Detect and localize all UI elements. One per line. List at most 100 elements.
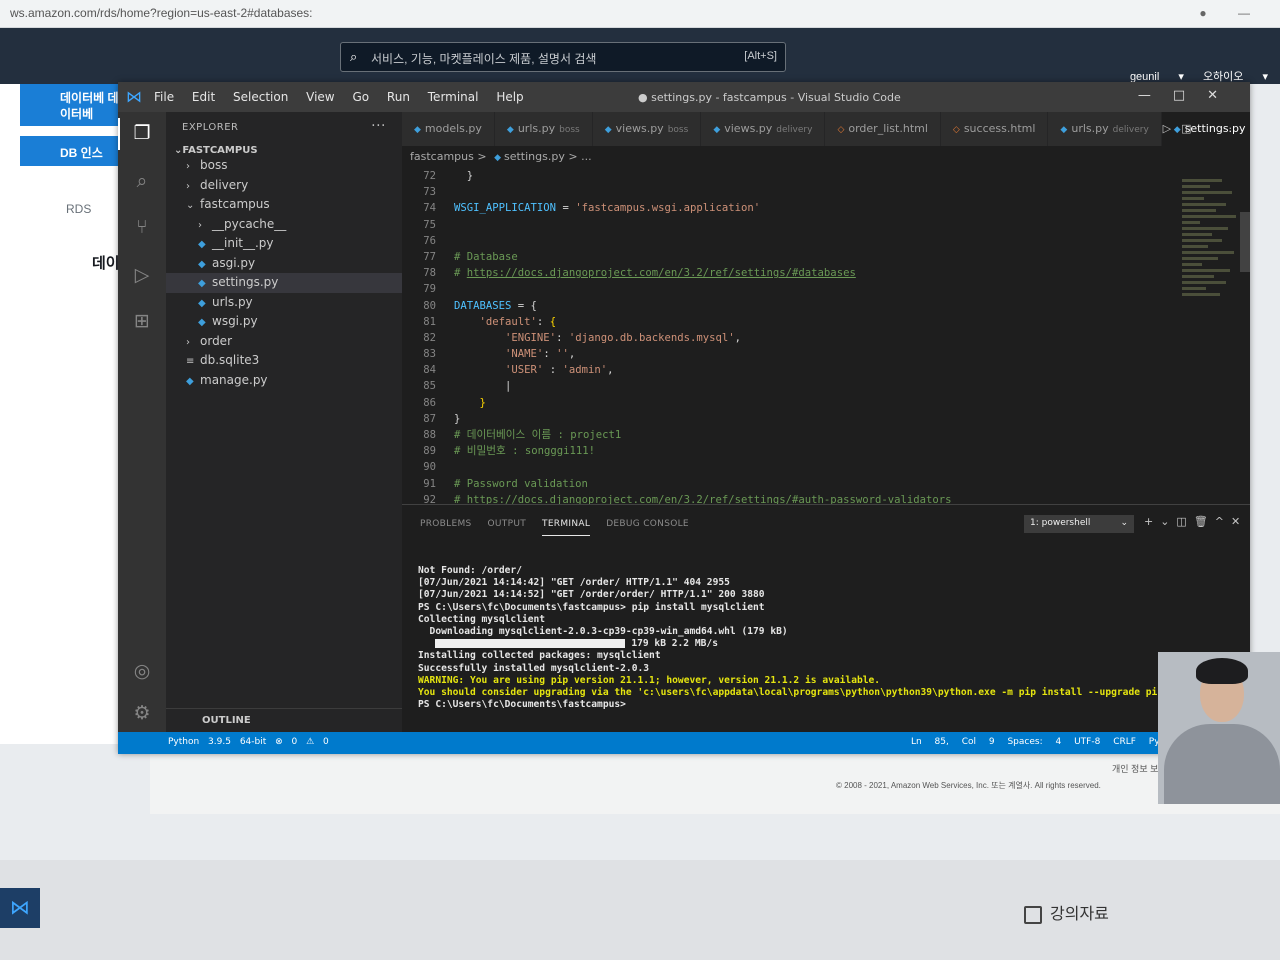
menu-help[interactable]: Help — [496, 90, 523, 104]
panel-tab-problems[interactable]: PROBLEMS — [420, 519, 472, 535]
explorer-item-delivery[interactable]: › delivery — [166, 176, 402, 196]
menu-edit[interactable]: Edit — [192, 90, 215, 104]
python-file-icon: ◆ — [186, 375, 194, 387]
line-number: 73 — [423, 186, 436, 199]
code-token: , — [607, 364, 614, 377]
status-problems[interactable]: ⊗ 0 ⚠ 0 — [275, 737, 329, 747]
menu-run[interactable]: Run — [387, 90, 410, 104]
code-token: | — [454, 380, 512, 393]
search-icon[interactable]: ⌕ — [130, 170, 154, 194]
breadcrumb-file[interactable]: settings.py — [504, 150, 565, 163]
line-number: 77 — [423, 250, 436, 263]
code-line: 76 — [402, 233, 1162, 249]
explorer-item-boss[interactable]: › boss — [166, 156, 402, 176]
terminal-select[interactable]: 1: powershell ⌄ — [1024, 515, 1134, 533]
aws-nav-databases[interactable]: 데이터베 데이터베 — [20, 84, 128, 126]
aws-breadcrumb[interactable]: RDS — [66, 202, 91, 216]
editor-tab[interactable]: ◆ views.py boss — [592, 112, 702, 146]
menu-view[interactable]: View — [306, 90, 334, 104]
code-token: 'NAME' — [505, 348, 544, 361]
document-icon — [1024, 905, 1042, 924]
html-file-icon: ◇ — [837, 125, 845, 135]
terminal-output[interactable]: Not Found: /order/[07/Jun/2021 14:14:42]… — [418, 565, 1221, 711]
panel-tabs: PROBLEMS OUTPUT TERMINAL DEBUG CONSOLE — [420, 519, 705, 536]
status-python-interpreter[interactable]: Python 3.9.5 64-bit — [168, 737, 266, 747]
terminal-line: Successfully installed mysqlclient-2.0.3 — [418, 662, 650, 674]
status-eol[interactable]: CRLF — [1113, 737, 1136, 747]
terminal-line: You should consider upgrading via the 'c… — [418, 686, 1221, 698]
python-file-icon: ◆ — [414, 125, 421, 135]
presenter-hair — [1196, 658, 1248, 684]
tab-label: views.py — [615, 122, 664, 135]
explorer-item-order[interactable]: › order — [166, 332, 402, 352]
window-controls[interactable]: —□✕ — [1138, 88, 1240, 103]
menu-file[interactable]: File — [154, 90, 174, 104]
editor-tab[interactable]: ◇ success.html — [940, 112, 1049, 146]
vscode-taskbar-icon[interactable]: ⋈ — [0, 888, 40, 928]
editor-tab[interactable]: ◆ models.py — [402, 112, 495, 146]
browser-address-bar[interactable]: ws.amazon.com/rds/home?region=us-east-2#… — [0, 0, 1280, 28]
files-icon[interactable]: ❐ — [118, 118, 154, 150]
code-text: DATABASES = { — [454, 298, 537, 314]
gear-icon[interactable]: ⚙ — [130, 702, 154, 726]
explorer-item-asgi-py[interactable]: ◆ asgi.py — [166, 254, 402, 274]
aws-search-input[interactable]: ⌕ 서비스, 기능, 마켓플레이스 제품, 설명서 검색 [Alt+S] — [340, 42, 786, 72]
source-control-icon[interactable]: ⑂ — [130, 216, 154, 240]
menu-go[interactable]: Go — [352, 90, 369, 104]
panel-actions[interactable]: +⌄◫🗑^✕ — [1144, 515, 1247, 528]
breadcrumb-folder[interactable]: fastcampus — [410, 150, 474, 163]
status-encoding[interactable]: UTF-8 — [1074, 737, 1100, 747]
menu-selection[interactable]: Selection — [233, 90, 288, 104]
outline-section[interactable]: OUTLINE — [166, 708, 402, 732]
explorer-item-fastcampus[interactable]: ⌄ fastcampus — [166, 195, 402, 215]
aws-footer — [150, 744, 1280, 814]
explorer-item-wsgi-py[interactable]: ◆ wsgi.py — [166, 312, 402, 332]
code-text: # 비밀번호 : songggi111! — [454, 443, 595, 459]
terminal-line: Collecting mysqlclient — [418, 613, 546, 625]
explorer-item-pycache[interactable]: › __pycache__ — [166, 215, 402, 235]
tab-label: urls.py — [1071, 122, 1109, 135]
explorer-item-label: db.sqlite3 — [200, 353, 260, 367]
editor-tab[interactable]: ◆ views.py delivery — [701, 112, 826, 146]
panel-tab-output[interactable]: OUTPUT — [488, 519, 526, 535]
status-cursor-position[interactable]: Ln 85, Col 9 — [911, 737, 995, 747]
extensions-icon[interactable]: ⊞ — [130, 310, 154, 334]
code-line: 75 — [402, 217, 1162, 233]
explorer-item-manage-py[interactable]: ◆ manage.py — [166, 371, 402, 391]
address-url[interactable]: ws.amazon.com/rds/home?region=us-east-2#… — [10, 6, 313, 20]
code-token: WSGI_APPLICATION — [454, 202, 557, 215]
explorer-item-label: delivery — [200, 177, 249, 192]
explorer-item-db-sqlite3[interactable]: ≡ db.sqlite3 — [166, 351, 402, 371]
panel-tab-debug-console[interactable]: DEBUG CONSOLE — [606, 519, 689, 535]
explorer-item-init-py[interactable]: ◆ __init__.py — [166, 234, 402, 254]
lecture-material-label: 강의자료 — [1050, 906, 1109, 923]
explorer-header: EXPLORER ··· — [166, 112, 402, 134]
code-token: } — [479, 396, 486, 409]
explorer-project[interactable]: ⌄FASTCAMPUS — [166, 133, 402, 156]
explorer-item-urls-py[interactable]: ◆ urls.py — [166, 293, 402, 313]
editor-tab[interactable]: ◆ urls.py delivery — [1048, 112, 1162, 146]
menu-terminal[interactable]: Terminal — [428, 90, 479, 104]
explorer-item-settings-py[interactable]: ◆ settings.py — [166, 273, 402, 293]
vscode-logo-icon: ⋈ — [126, 87, 142, 106]
line-number: 82 — [423, 331, 436, 344]
code-text: 'USER' : 'admin', — [454, 362, 614, 378]
lecture-material-button[interactable]: 강의자료 — [1024, 900, 1109, 924]
run-debug-icon[interactable]: ▷ — [130, 264, 154, 288]
database-file-icon: ≡ — [186, 356, 195, 367]
editor-scrollbar[interactable] — [1240, 212, 1250, 272]
vscode-titlebar: ⋈ File Edit Selection View Go Run Termin… — [118, 82, 1250, 112]
editor-tab[interactable]: ◇ order_list.html — [825, 112, 941, 146]
browser-controls[interactable]: ● — — [1199, 6, 1264, 20]
panel-tab-terminal[interactable]: TERMINAL — [542, 519, 591, 536]
code-editor[interactable]: 72 } 73 74 WSGI_APPLICATION = 'fastcampus.w… — [402, 168, 1162, 508]
minimap[interactable] — [1182, 176, 1242, 376]
line-number: 88 — [423, 429, 436, 441]
editor-actions[interactable]: ▷◫··· — [1163, 122, 1242, 135]
aws-nav-db-instances[interactable]: DB 인스 — [20, 136, 128, 166]
more-actions-icon[interactable]: ··· — [371, 118, 386, 134]
editor-tab[interactable]: ◆ urls.py boss — [494, 112, 593, 146]
status-indentation[interactable]: Spaces: 4 — [1007, 737, 1061, 747]
account-icon[interactable]: ◎ — [130, 660, 154, 684]
